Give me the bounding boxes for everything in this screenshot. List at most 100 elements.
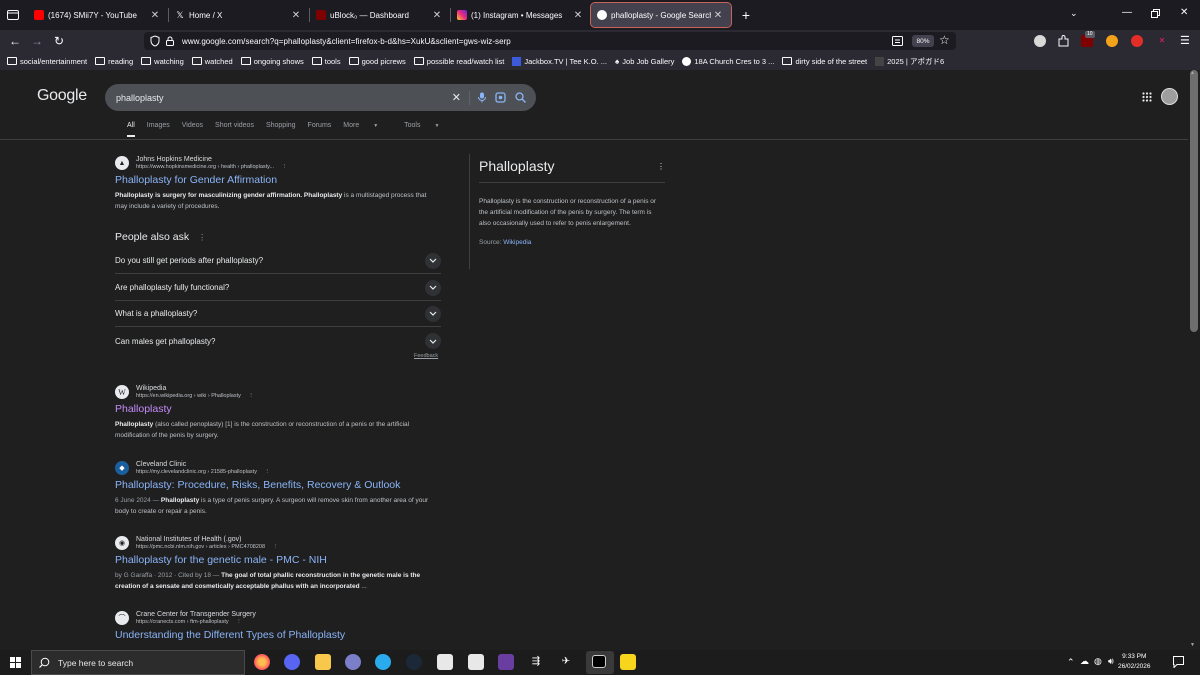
- google-logo[interactable]: Google: [37, 87, 87, 105]
- result-source[interactable]: ◉ National Institutes of Health (.gov) h…: [115, 536, 440, 550]
- extension-icon[interactable]: [1034, 35, 1046, 47]
- scroll-up-arrow-icon[interactable]: ▲: [1190, 70, 1195, 76]
- more-options-icon[interactable]: ⋮: [282, 164, 288, 170]
- bookmark-folder[interactable]: reading: [95, 52, 133, 70]
- more-options-icon[interactable]: ⋮: [248, 393, 254, 399]
- bookmark-folder[interactable]: social/entertainment: [7, 52, 87, 70]
- more-options-icon[interactable]: ⋮: [198, 233, 206, 242]
- tab-google-search[interactable]: phalloplasty - Google Search ✕: [590, 2, 732, 28]
- more-options-icon[interactable]: ⋮: [265, 469, 271, 475]
- terminal-icon[interactable]: [592, 655, 606, 668]
- bookmark-folder[interactable]: tools: [311, 52, 341, 70]
- taskbar-clock[interactable]: 9:33 PM 26/02/2026: [1118, 652, 1151, 672]
- sticky-notes-icon[interactable]: [620, 654, 636, 670]
- bookmark-link[interactable]: Jackbox.TV | Tee K.O. ...: [512, 52, 607, 70]
- tab-ublock[interactable]: uBlock₀ — Dashboard ✕: [310, 3, 450, 27]
- app-icon[interactable]: [345, 654, 361, 670]
- menu-hamburger-icon[interactable]: ☰: [1180, 34, 1190, 47]
- extensions-puzzle-icon[interactable]: [1058, 35, 1069, 47]
- tab-tools[interactable]: Tools ▼: [404, 122, 451, 137]
- firefox-icon[interactable]: [254, 654, 270, 670]
- bookmark-folder[interactable]: ongoing shows: [240, 52, 304, 70]
- tab-instagram[interactable]: (1) Instagram • Messages ✕: [451, 3, 591, 27]
- app-icon[interactable]: [437, 654, 453, 670]
- bookmark-folder[interactable]: watched: [191, 52, 233, 70]
- paa-question[interactable]: Can males get phalloplasty?: [115, 328, 441, 354]
- chevron-down-icon[interactable]: [425, 305, 441, 322]
- notifications-icon[interactable]: [1173, 656, 1184, 668]
- shield-icon[interactable]: [150, 35, 160, 47]
- tab-youtube[interactable]: (1674) SMii7Y - YouTube ✕: [28, 3, 168, 27]
- tab-shopping[interactable]: Shopping: [266, 122, 296, 137]
- tab-short-videos[interactable]: Short videos: [215, 122, 254, 137]
- minimize-button[interactable]: —: [1122, 7, 1132, 18]
- apps-grid-icon[interactable]: [1142, 92, 1152, 102]
- tab-videos[interactable]: Videos: [182, 122, 203, 137]
- close-icon[interactable]: ✕: [289, 10, 303, 21]
- tab-all[interactable]: All: [127, 122, 135, 137]
- bookmark-folder[interactable]: good picrews: [348, 52, 406, 70]
- result-source[interactable]: ◆ Cleveland Clinic https://my.clevelandc…: [115, 461, 440, 475]
- feedback-link[interactable]: Feedback: [414, 353, 438, 359]
- address-bar[interactable]: www.google.com/search?q=phalloplasty&cli…: [144, 32, 956, 50]
- bookmark-folder[interactable]: watching: [141, 52, 184, 70]
- network-icon[interactable]: ◍: [1094, 656, 1102, 667]
- extension-play-icon[interactable]: [1131, 35, 1143, 47]
- zoom-level-button[interactable]: 80%: [912, 35, 934, 47]
- file-explorer-icon[interactable]: [315, 654, 331, 670]
- tray-chevron-up-icon[interactable]: ⌃: [1067, 657, 1075, 668]
- app-icon[interactable]: [498, 654, 514, 670]
- new-tab-button[interactable]: +: [735, 4, 757, 26]
- speaker-icon[interactable]: 🔊︎: [1108, 656, 1114, 667]
- extension-icon[interactable]: ✕: [1156, 35, 1168, 47]
- search-box[interactable]: phalloplasty ✕: [105, 84, 536, 111]
- search-icon[interactable]: [515, 92, 526, 103]
- bookmark-link[interactable]: 2025 | アポガド6: [875, 52, 944, 70]
- app-icon[interactable]: ✈: [558, 654, 574, 670]
- lock-icon[interactable]: [166, 36, 174, 46]
- discord-icon[interactable]: [284, 654, 300, 670]
- tab-more[interactable]: More ▼: [343, 122, 390, 137]
- more-options-icon[interactable]: ⋮: [657, 162, 665, 171]
- result-source[interactable]: W Wikipedia https://en.wikipedia.org › w…: [115, 385, 440, 399]
- result-title-link[interactable]: Phalloplasty: Procedure, Risks, Benefits…: [115, 479, 440, 491]
- result-source[interactable]: ▲ Johns Hopkins Medicine https://www.hop…: [115, 156, 440, 170]
- bookmark-folder[interactable]: possible read/watch list: [413, 52, 504, 70]
- lens-icon[interactable]: [495, 92, 506, 103]
- paa-question[interactable]: Do you still get periods after phallopla…: [115, 248, 441, 274]
- windows-start-icon[interactable]: [10, 657, 21, 668]
- taskbar-search-box[interactable]: Type here to search: [31, 650, 245, 675]
- chevron-down-icon[interactable]: [425, 333, 441, 349]
- reader-view-icon[interactable]: [892, 36, 903, 46]
- tab-x[interactable]: 𝕏 Home / X ✕: [169, 3, 309, 27]
- restore-button[interactable]: [1151, 9, 1160, 18]
- tab-images[interactable]: Images: [147, 122, 170, 137]
- close-icon[interactable]: ✕: [148, 10, 162, 21]
- extension-icon[interactable]: [1106, 35, 1118, 47]
- result-title-link[interactable]: Understanding the Different Types of Pha…: [115, 629, 345, 641]
- scroll-down-arrow-icon[interactable]: ▼: [1190, 642, 1195, 648]
- chevron-down-icon[interactable]: [425, 252, 441, 269]
- back-button[interactable]: ←: [4, 30, 26, 52]
- telegram-icon[interactable]: [375, 654, 391, 670]
- close-window-button[interactable]: ✕: [1180, 7, 1188, 18]
- bookmark-folder[interactable]: dirty side of the street: [782, 52, 867, 70]
- paa-question[interactable]: Are phalloplasty fully functional?: [115, 275, 441, 301]
- more-options-icon[interactable]: ⋮: [273, 544, 279, 550]
- reload-button[interactable]: ↻: [48, 30, 70, 52]
- close-icon[interactable]: ✕: [571, 10, 585, 21]
- avatar[interactable]: [1161, 88, 1178, 105]
- result-title-link[interactable]: Phalloplasty: [115, 403, 440, 415]
- tab-forums[interactable]: Forums: [308, 122, 332, 137]
- bookmark-link[interactable]: 18A Church Cres to 3 ...: [682, 52, 774, 70]
- tab-list-icon[interactable]: [7, 9, 19, 20]
- tab-overflow-chevron-icon[interactable]: ⌄: [1070, 8, 1078, 19]
- clear-search-icon[interactable]: ✕: [452, 91, 461, 104]
- app-icon[interactable]: ⇶: [528, 654, 544, 670]
- scrollbar-thumb[interactable]: [1190, 70, 1198, 332]
- paa-question[interactable]: What is a phalloplasty?: [115, 301, 441, 327]
- search-input[interactable]: phalloplasty: [116, 93, 452, 103]
- bookmark-star-icon[interactable]: ☆: [939, 33, 950, 47]
- close-icon[interactable]: ✕: [711, 10, 725, 21]
- more-options-icon[interactable]: ⋮: [236, 619, 242, 625]
